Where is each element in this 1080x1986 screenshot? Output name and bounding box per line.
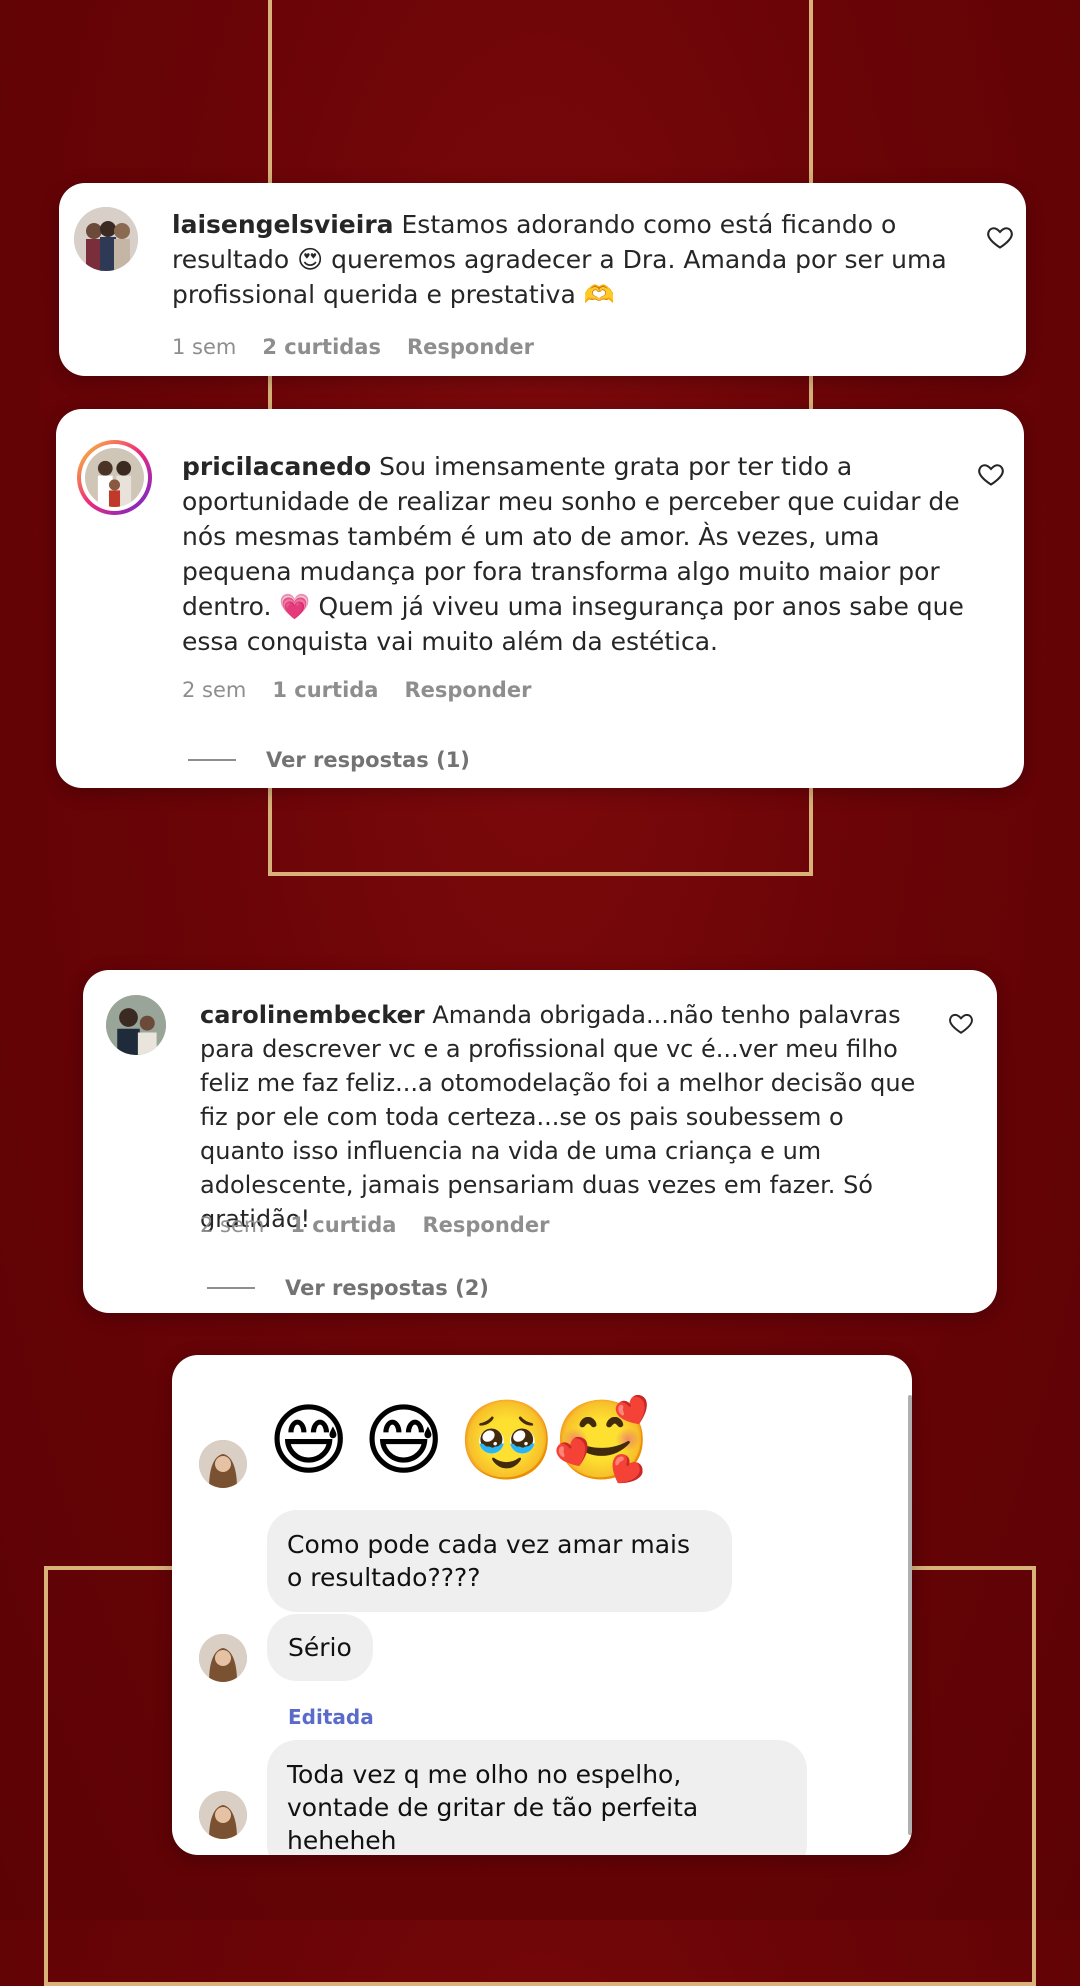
chat-card: 😅 😅 🥹 🥰 Como pode cada vez amar mais o r… xyxy=(172,1355,912,1855)
avatar[interactable] xyxy=(199,1634,247,1682)
comment-username[interactable]: pricilacanedo xyxy=(182,452,371,481)
comment-body: Sou imensamente grata por ter tido a opo… xyxy=(182,452,964,656)
comment-text: pricilacanedo Sou imensamente grata por … xyxy=(182,449,972,659)
edited-label: Editada xyxy=(288,1705,374,1729)
message-bubble[interactable]: Toda vez q me olho no espelho, vontade d… xyxy=(267,1740,807,1855)
comment-meta: 1 sem 2 curtidas Responder xyxy=(172,335,534,359)
comment-meta: 2 sem 1 curtida Responder xyxy=(200,1213,549,1237)
heart-icon[interactable] xyxy=(948,1010,974,1036)
comment-likes[interactable]: 1 curtida xyxy=(290,1213,396,1237)
emoji-smiling-hearts: 🥰 xyxy=(553,1396,651,1486)
comment-time: 2 sem xyxy=(200,1213,265,1237)
person-photo-icon xyxy=(106,995,166,1055)
comment-card: laisengelsvieira Estamos adorando como e… xyxy=(59,183,1026,376)
replies-divider xyxy=(188,759,236,761)
comment-likes[interactable]: 1 curtida xyxy=(272,678,378,702)
reply-button[interactable]: Responder xyxy=(422,1213,549,1237)
avatar[interactable] xyxy=(199,1440,247,1488)
emoji-sweat-smile: 😅 xyxy=(363,1396,445,1486)
comment-text: carolinembecker Amanda obrigada...não te… xyxy=(200,998,920,1236)
message-bubble[interactable]: Sério xyxy=(267,1614,373,1681)
family-photo-icon xyxy=(74,207,138,271)
comment-text: laisengelsvieira Estamos adorando como e… xyxy=(172,207,962,312)
heart-icon[interactable] xyxy=(977,460,1005,488)
avatar[interactable] xyxy=(74,207,138,271)
view-replies-button[interactable]: Ver respostas (2) xyxy=(207,1276,489,1300)
view-replies-label: Ver respostas (2) xyxy=(285,1276,489,1300)
comment-username[interactable]: laisengelsvieira xyxy=(172,210,394,239)
scrollbar[interactable] xyxy=(908,1395,912,1835)
view-replies-button[interactable]: Ver respostas (1) xyxy=(188,748,470,772)
replies-divider xyxy=(207,1287,255,1289)
comment-body: Amanda obrigada...não tenho palavras par… xyxy=(200,1001,916,1233)
view-replies-label: Ver respostas (1) xyxy=(266,748,470,772)
heart-icon[interactable] xyxy=(986,223,1014,251)
avatar[interactable] xyxy=(199,1791,247,1839)
emoji-pleading-face: 🥹 xyxy=(458,1396,556,1486)
avatar[interactable] xyxy=(77,440,152,515)
family-photo-icon xyxy=(85,448,144,507)
reply-button[interactable]: Responder xyxy=(407,335,534,359)
message-bubble[interactable]: Como pode cada vez amar mais o resultado… xyxy=(267,1510,732,1612)
avatar[interactable] xyxy=(106,995,166,1055)
reply-button[interactable]: Responder xyxy=(404,678,531,702)
comment-card: carolinembecker Amanda obrigada...não te… xyxy=(83,970,997,1313)
comment-username[interactable]: carolinembecker xyxy=(200,1001,425,1029)
emoji-sweat-smile: 😅 xyxy=(268,1396,350,1486)
person-photo-icon xyxy=(199,1634,247,1682)
comment-time: 2 sem xyxy=(182,678,247,702)
person-photo-icon xyxy=(199,1440,247,1488)
comment-meta: 2 sem 1 curtida Responder xyxy=(182,678,531,702)
person-photo-icon xyxy=(199,1791,247,1839)
comment-likes[interactable]: 2 curtidas xyxy=(262,335,381,359)
comment-time: 1 sem xyxy=(172,335,237,359)
comment-card: pricilacanedo Sou imensamente grata por … xyxy=(56,409,1024,788)
